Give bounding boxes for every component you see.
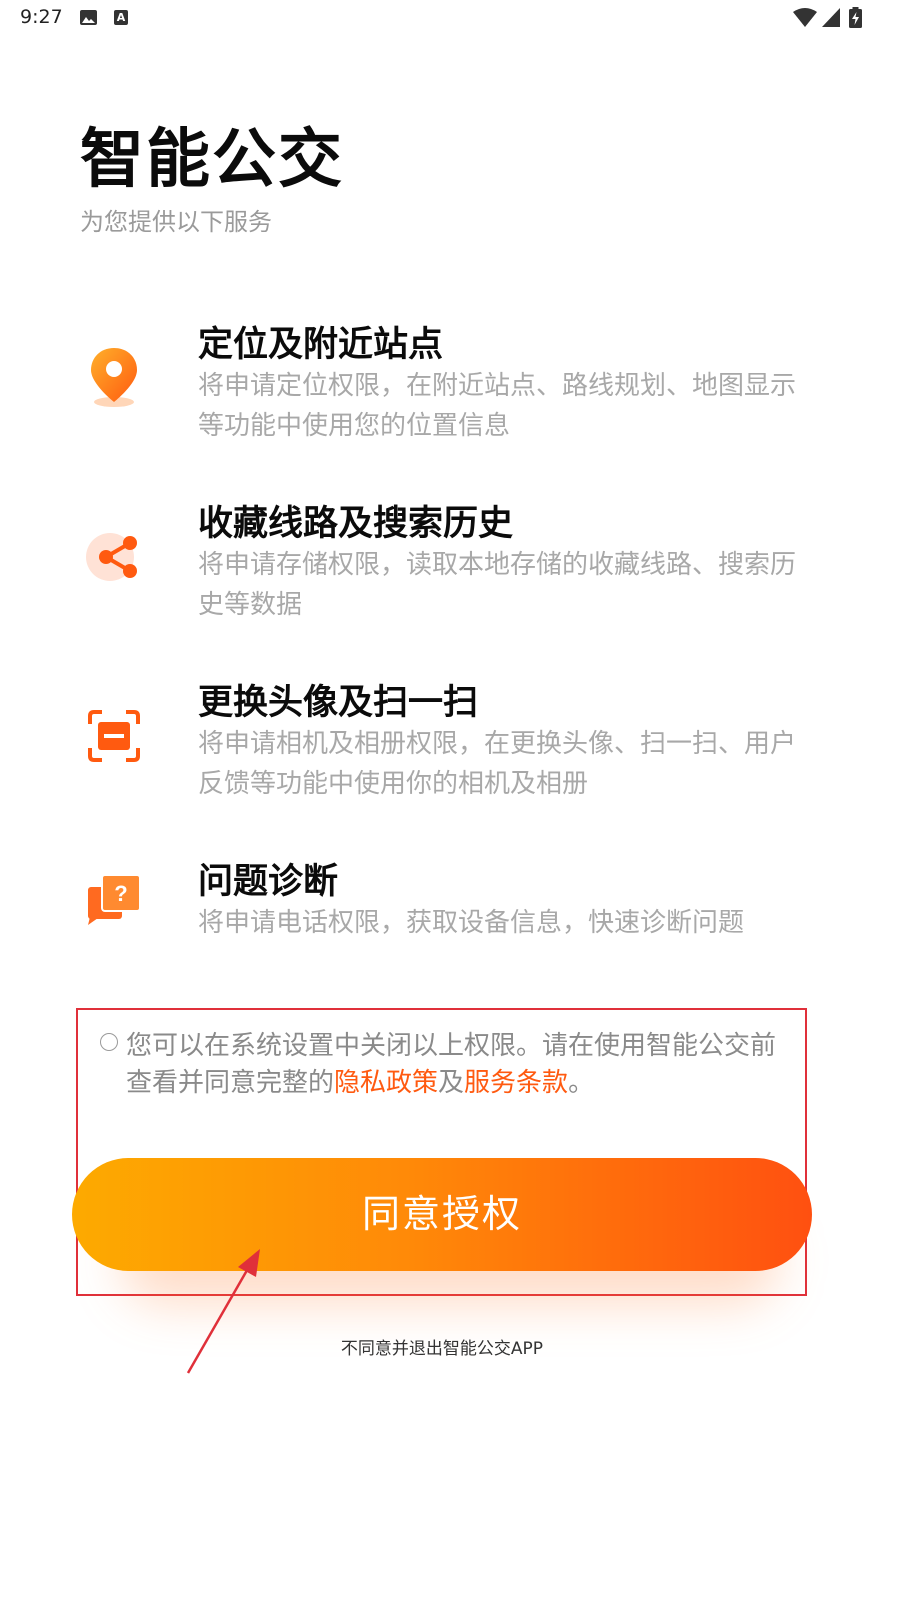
signal-icon [822, 8, 840, 27]
a-box-icon: A [114, 10, 128, 25]
svg-text:?: ? [114, 881, 127, 906]
permission-title: 定位及附近站点 [198, 325, 444, 365]
consent-period: 。 [568, 1068, 595, 1098]
consent-radio[interactable] [100, 1033, 118, 1051]
permission-title: 收藏线路及搜索历史 [198, 504, 514, 544]
permission-description: 将申请电话权限，获取设备信息，快速诊断问题 [198, 908, 745, 938]
question-chat-icon: ? [88, 874, 141, 925]
page-title: 智能公交 [80, 123, 344, 197]
permission-title: 问题诊断 [198, 862, 339, 902]
wifi-icon [793, 8, 817, 27]
permission-description: 将申请相机及相册权限，在更换头像、扫一扫、用户反馈等功能中使用你的相机及相册 [198, 729, 797, 799]
consent-text: 您可以在系统设置中关闭以上权限。请在使用智能公交前查看并同意完整的隐私政策及服务… [126, 1028, 786, 1102]
image-icon [80, 10, 97, 25]
battery-icon [849, 7, 862, 28]
permission-description: 将申请存储权限，读取本地存储的收藏线路、搜索历史等数据 [198, 550, 797, 620]
consent-conjunction: 及 [438, 1068, 465, 1098]
location-pin-icon [91, 348, 137, 407]
status-time: 9:27 [20, 6, 63, 28]
share-icon [86, 533, 137, 581]
annotation-arrow [186, 1249, 260, 1374]
scan-icon [88, 710, 140, 762]
status-bar: 9:27 A [0, 0, 900, 40]
page-subtitle: 为您提供以下服务 [80, 208, 272, 236]
terms-of-service-link[interactable]: 服务条款 [464, 1068, 568, 1098]
privacy-policy-link[interactable]: 隐私政策 [334, 1068, 438, 1098]
permission-title: 更换头像及扫一扫 [198, 683, 479, 723]
permission-description: 将申请定位权限，在附近站点、路线规划、地图显示等功能中使用您的位置信息 [198, 371, 797, 441]
decline-exit-link[interactable]: 不同意并退出智能公交APP [0, 1334, 884, 1359]
